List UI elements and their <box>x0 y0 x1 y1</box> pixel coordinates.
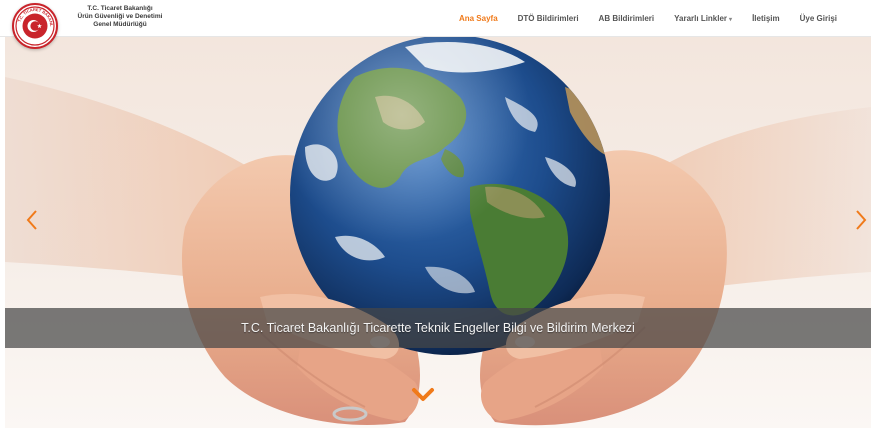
chevron-right-icon <box>856 210 867 230</box>
nav-item-ana-sayfa[interactable]: Ana Sayfa <box>459 14 498 23</box>
nav-item-uye-girisi[interactable]: Üye Girişi <box>800 14 837 23</box>
brand-text[interactable]: T.C. Ticaret Bakanlığı Ürün Güvenliği ve… <box>60 5 180 29</box>
nav-item-dto-bildirimleri[interactable]: DTÖ Bildirimleri <box>518 14 579 23</box>
scroll-down-button[interactable] <box>411 386 435 404</box>
fingers-overlay <box>260 293 645 359</box>
brand-line-1: T.C. Ticaret Bakanlığı <box>87 5 153 12</box>
slider-caption: T.C. Ticaret Bakanlığı Ticarette Teknik … <box>5 308 871 348</box>
nav-item-yararli-linkler-label: Yararlı Linkler <box>674 14 728 23</box>
nav-item-iletisim[interactable]: İletişim <box>752 14 780 23</box>
main-nav: Ana Sayfa DTÖ Bildirimleri AB Bildirimle… <box>439 0 837 37</box>
site-header: T.C. TİCARET BAKANLIĞI T.C. Ticaret Baka… <box>0 0 871 49</box>
brand-line-3: Genel Müdürlüğü <box>93 21 147 28</box>
ministry-seal-logo[interactable]: T.C. TİCARET BAKANLIĞI <box>12 3 58 49</box>
caret-down-icon: ▾ <box>729 17 733 23</box>
slider-caption-text: T.C. Ticaret Bakanlığı Ticarette Teknik … <box>241 321 635 335</box>
tc-ticaret-bakanligi-seal-icon: T.C. TİCARET BAKANLIĞI <box>14 5 55 46</box>
brand-line-2: Ürün Güvenliği ve Denetimi <box>77 13 163 20</box>
chevron-left-icon <box>26 210 37 230</box>
slider-next-button[interactable] <box>851 205 871 235</box>
slider-prev-button[interactable] <box>22 205 42 235</box>
page: T.C. TİCARET BAKANLIĞI T.C. Ticaret Baka… <box>0 0 871 428</box>
nav-item-ab-bildirimleri[interactable]: AB Bildirimleri <box>599 14 655 23</box>
hero-slider <box>5 37 871 428</box>
chevron-down-icon <box>412 388 434 401</box>
nav-item-yararli-linkler[interactable]: Yararlı Linkler ▾ <box>674 14 732 23</box>
